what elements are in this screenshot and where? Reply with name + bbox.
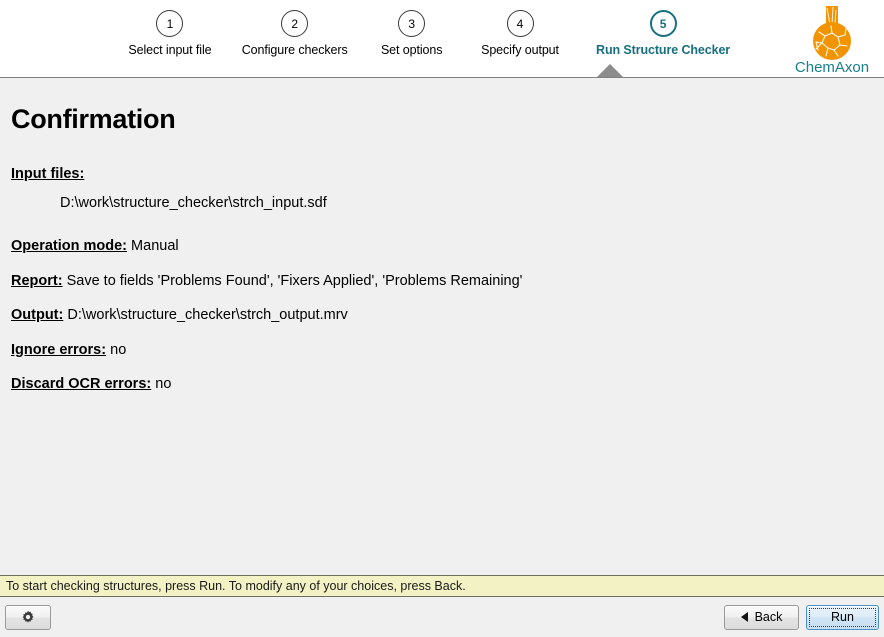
field-value: no: [155, 376, 171, 392]
step-label: Run Structure Checker: [596, 43, 730, 57]
wizard-step-configure-checkers[interactable]: 2 Configure checkers: [230, 10, 360, 57]
field-value: Manual: [131, 238, 179, 254]
step-label: Select input file: [128, 43, 211, 57]
run-button-label: Run: [831, 610, 854, 624]
step-number-badge: 1: [156, 10, 183, 37]
step-number-badge: 3: [398, 10, 425, 37]
field-value: no: [110, 342, 126, 358]
field-label: Operation mode:: [11, 238, 127, 254]
wizard-step-specify-output[interactable]: 4 Specify output: [464, 10, 576, 57]
back-button-label: Back: [755, 610, 783, 624]
step-number-badge: 4: [507, 10, 534, 37]
step-number-badge: 5: [650, 10, 677, 37]
button-bar: Back Run: [0, 597, 884, 637]
structure-checker-wizard-window: 1 Select input file 2 Configure checkers…: [0, 0, 884, 637]
confirmation-field-list: Input files: D:\work\structure_checker\s…: [0, 166, 884, 394]
field-label: Report:: [11, 273, 63, 289]
field-input-files: Input files: D:\work\structure_checker\s…: [11, 166, 884, 213]
page-title: Confirmation: [0, 78, 884, 135]
step-label: Configure checkers: [242, 43, 348, 57]
step-number-badge: 2: [281, 10, 308, 37]
status-message: To start checking structures, press Run.…: [6, 579, 466, 593]
wizard-step-select-input-file[interactable]: 1 Select input file: [110, 10, 230, 57]
gear-icon: [21, 610, 35, 624]
active-step-pointer-icon: [597, 64, 623, 77]
navigation-buttons: Back Run: [724, 605, 879, 630]
field-value-input-file-path: D:\work\structure_checker\strch_input.sd…: [11, 195, 884, 212]
field-ignore-errors: Ignore errors: no: [11, 342, 884, 359]
chemaxon-logo: ChemAxon: [786, 2, 878, 76]
wizard-step-list: 1 Select input file 2 Configure checkers…: [110, 10, 750, 70]
svg-text:ChemAxon: ChemAxon: [795, 59, 869, 76]
field-report: Report: Save to fields 'Problems Found',…: [11, 273, 884, 290]
field-label: Output:: [11, 307, 63, 323]
field-label: Ignore errors:: [11, 342, 106, 358]
wizard-header: 1 Select input file 2 Configure checkers…: [0, 0, 884, 78]
step-label: Specify output: [481, 43, 559, 57]
status-bar: To start checking structures, press Run.…: [0, 575, 884, 597]
settings-button[interactable]: [5, 605, 51, 630]
field-label: Discard OCR errors:: [11, 376, 151, 392]
field-output: Output: D:\work\structure_checker\strch_…: [11, 307, 884, 324]
field-value: Save to fields 'Problems Found', 'Fixers…: [67, 273, 523, 289]
wizard-step-set-options[interactable]: 3 Set options: [359, 10, 463, 57]
step-label: Set options: [381, 43, 442, 57]
triangle-left-icon: [741, 612, 748, 622]
field-value: D:\work\structure_checker\strch_output.m…: [67, 307, 347, 323]
back-button[interactable]: Back: [724, 605, 799, 630]
run-button[interactable]: Run: [806, 605, 879, 630]
field-operation-mode: Operation mode: Manual: [11, 238, 884, 255]
confirmation-panel: Confirmation Input files: D:\work\struct…: [0, 78, 884, 575]
field-discard-ocr-errors: Discard OCR errors: no: [11, 376, 884, 393]
field-label: Input files:: [11, 166, 84, 182]
wizard-step-run-structure-checker[interactable]: 5 Run Structure Checker: [576, 10, 750, 57]
